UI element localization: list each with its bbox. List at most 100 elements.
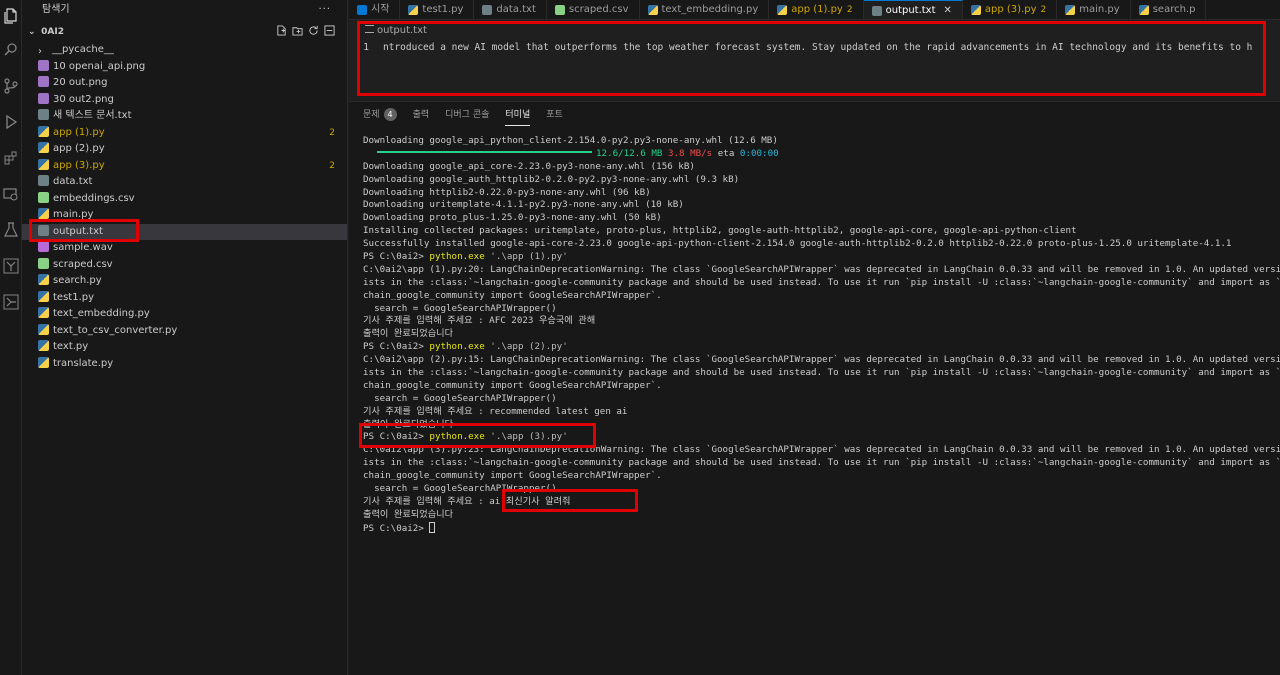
remote-explorer-icon[interactable] <box>3 186 19 202</box>
tab-output-txt[interactable]: output.txt ✕ <box>863 0 963 20</box>
tree-item-text-embedding-py[interactable]: text_embedding.py <box>22 306 347 323</box>
tree-item-label: 20 out.png <box>53 77 108 88</box>
text-file-icon <box>482 5 493 15</box>
tree-item-search-py[interactable]: search.py <box>22 273 347 290</box>
tree-item-test1-py[interactable]: test1.py <box>22 290 347 307</box>
source-control-icon[interactable] <box>3 78 19 94</box>
python-file-icon <box>38 142 49 153</box>
tab-label: 시작 <box>371 4 390 15</box>
python-file-icon <box>970 5 981 15</box>
explorer-files-icon[interactable] <box>3 8 19 24</box>
tab-text-embedding-py[interactable]: text_embedding.py <box>640 0 770 19</box>
terminal-line: ists in the :class:`~langchain-google-co… <box>363 276 1280 288</box>
python-file-icon <box>1138 5 1149 15</box>
prompt: PS C:\0ai2> <box>363 431 424 443</box>
command: python.exe <box>429 431 485 443</box>
editor-tab-bar: 시작 test1.py data.txt scraped.csv text_em… <box>349 0 1280 20</box>
tab-label: 포트 <box>546 110 563 120</box>
tree-item-text-to-csv-py[interactable]: text_to_csv_converter.py <box>22 323 347 340</box>
tab-label: main.py <box>1079 4 1120 15</box>
new-folder-icon[interactable] <box>292 25 303 36</box>
refresh-icon[interactable] <box>308 25 319 36</box>
editor-area[interactable]: output.txt 1 ntroduced a new AI model tha… <box>349 21 1280 101</box>
tab-label: 터미널 <box>505 110 531 120</box>
tab-problems[interactable]: 문제 4 <box>363 102 397 128</box>
tab-scraped-csv[interactable]: scraped.csv <box>547 0 640 19</box>
collapse-all-icon[interactable] <box>324 25 335 36</box>
command-line[interactable]: PS C:\0ai2> <box>363 521 1280 535</box>
tab-app3-py[interactable]: app (3).py 2 <box>963 0 1058 19</box>
text-file-icon <box>38 175 49 186</box>
tab-data-txt[interactable]: data.txt <box>474 0 547 19</box>
file-tree: › __pycache__ 10 openai_api.png 20 out.pn… <box>22 42 347 372</box>
tab-label: 디버그 콘솔 <box>445 110 490 120</box>
git-lens-icon[interactable] <box>3 294 19 310</box>
tab-label: scraped.csv <box>568 4 629 15</box>
tree-item-new-text-doc[interactable]: 새 텍스트 문서.txt <box>22 108 347 125</box>
tab-main-py[interactable]: main.py <box>1057 0 1131 19</box>
tree-item-app2[interactable]: app (2).py <box>22 141 347 158</box>
breadcrumb[interactable]: output.txt <box>349 21 1280 41</box>
tree-item-text-py[interactable]: text.py <box>22 339 347 356</box>
tab-terminal[interactable]: 터미널 <box>505 102 530 128</box>
csv-file-icon <box>554 5 565 15</box>
testing-flask-icon[interactable] <box>3 222 19 238</box>
tab-debug-console[interactable]: 디버그 콘솔 <box>445 102 489 128</box>
tree-item-app3[interactable]: app (3).py 2 <box>22 158 347 175</box>
tab-output[interactable]: 출력 <box>413 102 430 128</box>
tab-label: search.p <box>1152 4 1196 15</box>
explorer-header: 탐색기 ··· <box>22 0 347 20</box>
tree-item-app1[interactable]: app (1).py 2 <box>22 125 347 142</box>
tree-item-pycache[interactable]: › __pycache__ <box>22 42 347 59</box>
more-actions-icon[interactable]: ··· <box>318 0 331 20</box>
tree-item-label: app (1).py <box>53 126 105 138</box>
terminal-line: Successfully installed google-api-core-2… <box>363 238 1232 250</box>
tree-item-out-png[interactable]: 20 out.png <box>22 75 347 92</box>
python-file-icon <box>38 158 49 170</box>
text-file-icon <box>871 5 882 16</box>
tree-item-embeddings-csv[interactable]: embeddings.csv <box>22 191 347 208</box>
run-debug-icon[interactable] <box>3 114 19 130</box>
workspace-folder-name: 0AI2 <box>41 27 64 37</box>
tab-label: text_embedding.py <box>661 4 759 15</box>
tab-test1-py[interactable]: test1.py <box>400 0 475 19</box>
tree-item-openai-api-png[interactable]: 10 openai_api.png <box>22 59 347 76</box>
tree-item-out2-png[interactable]: 30 out2.png <box>22 92 347 109</box>
progress-size: 12.6/12.6 MB <box>596 147 663 159</box>
tree-item-scraped-csv[interactable]: scraped.csv <box>22 257 347 274</box>
workspace-folder[interactable]: ⌄ 0AI2 <box>22 22 347 42</box>
new-file-icon[interactable] <box>276 25 287 36</box>
input-prompt-label: 기사 주제를 입력해 주세요 : <box>363 495 484 507</box>
tree-item-label: 10 openai_api.png <box>53 60 146 72</box>
code-line[interactable]: 1 ntroduced a new AI model that outperfor… <box>349 40 1280 56</box>
tab-search-py[interactable]: search.p <box>1131 0 1207 19</box>
git-graph-icon[interactable] <box>3 258 19 274</box>
terminal-line: Downloading proto_plus-1.25.0-py3-none-a… <box>363 212 662 224</box>
search-icon[interactable] <box>3 42 19 58</box>
tree-item-label: text_to_csv_converter.py <box>53 324 178 336</box>
tree-item-translate-py[interactable]: translate.py <box>22 356 347 373</box>
text-lines-icon <box>365 25 374 33</box>
tree-item-main-py[interactable]: main.py <box>22 207 347 224</box>
problem-count-badge: 2 <box>329 160 335 171</box>
extensions-icon[interactable] <box>3 150 19 166</box>
python-file-icon <box>408 5 419 15</box>
tree-item-data-txt[interactable]: data.txt <box>22 174 347 191</box>
tree-item-label: embeddings.csv <box>53 192 135 204</box>
tab-app1-py[interactable]: app (1).py 2 <box>769 0 864 19</box>
explorer-title: 탐색기 <box>42 4 70 15</box>
close-icon[interactable]: ✕ <box>944 1 952 20</box>
tree-item-label: __pycache__ <box>52 44 114 55</box>
terminal-output[interactable]: Downloading google_api_python_client-2.1… <box>363 135 1280 535</box>
tree-item-sample-wav[interactable]: sample.wav <box>22 240 347 257</box>
tab-ports[interactable]: 포트 <box>546 102 563 128</box>
image-file-icon <box>38 92 49 104</box>
tree-item-label: app (3).py <box>53 159 105 171</box>
command-line: PS C:\0ai2> python.exe '.\app (2).py' <box>363 341 1280 354</box>
tab-label: output.txt <box>885 4 936 16</box>
tab-welcome[interactable]: 시작 <box>349 0 401 19</box>
chevron-right-icon: › <box>38 46 42 57</box>
line-text: ntroduced a new AI model that outperform… <box>383 42 1253 53</box>
tree-item-output-txt[interactable]: output.txt <box>22 223 347 240</box>
tree-item-label: text_embedding.py <box>53 308 150 319</box>
